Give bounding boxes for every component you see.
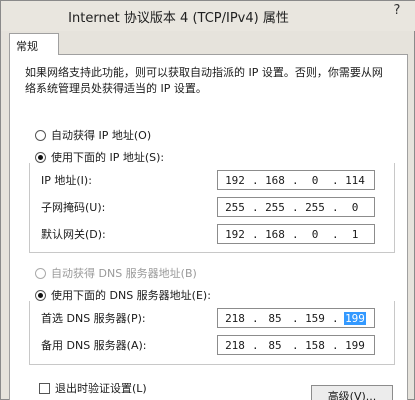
validate-on-exit-checkbox[interactable]: 退出时验证设置(L) [39,380,147,396]
advanced-button[interactable]: 高级(V)... [311,385,393,400]
octet: 1 [351,227,359,241]
preferred-dns-input[interactable]: 218. 85. 159. 199 [217,308,375,328]
radio-circle-selected[interactable] [35,289,46,301]
alternate-dns-label: 备用 DNS 服务器(A): [41,339,147,352]
default-gateway-input[interactable]: 192. 168. 0. 1 [217,224,375,244]
octet: 255 [265,200,285,214]
octet: 0 [311,227,319,241]
octet: 158 [305,338,325,352]
octet: 85 [268,338,282,352]
window-title: Internet 协议版本 4 (TCP/IPv4) 属性 [68,11,289,26]
radio-auto-dns: 自动获得 DNS 服务器地址(B) [35,265,197,281]
checkbox-box[interactable] [39,382,50,394]
validate-on-exit-label: 退出时验证设置(L) [55,382,147,395]
tcpip-properties-dialog: Internet 协议版本 4 (TCP/IPv4) 属性 ? 常规 如果网络支… [0,0,415,400]
alternate-dns-input[interactable]: 218. 85. 158. 199 [217,335,375,355]
octet: 168 [265,227,285,241]
title-bar: Internet 协议版本 4 (TCP/IPv4) 属性 ? [1,1,415,31]
ip-address-label: IP 地址(I): [41,174,92,187]
octet: 218 [225,311,245,325]
octet: 85 [268,311,282,325]
octet: 0 [351,200,359,214]
octet: 255 [305,200,325,214]
octet: 168 [265,173,285,187]
radio-circle[interactable] [35,129,46,141]
radio-auto-dns-label: 自动获得 DNS 服务器地址(B) [51,267,197,280]
octet: 114 [345,173,365,187]
octet: 218 [225,338,245,352]
description-text: 如果网络支持此功能，则可以获取自动指派的 IP 设置。否则，你需要从网 络系统管… [25,65,385,97]
octet: 199 [345,338,365,352]
octet: 192 [225,227,245,241]
octet: 192 [225,173,245,187]
tab-general[interactable]: 常规 [9,33,59,55]
subnet-mask-label: 子网掩码(U): [41,201,106,214]
description-line-1: 如果网络支持此功能，则可以获取自动指派的 IP 设置。否则，你需要从网 [25,66,383,79]
octet: 255 [225,200,245,214]
subnet-mask-input[interactable]: 255. 255. 255. 0 [217,197,375,217]
help-button[interactable]: ? [386,3,408,23]
radio-circle-selected[interactable] [35,151,46,163]
octet: 0 [311,173,319,187]
default-gateway-label: 默认网关(D): [41,228,106,241]
radio-circle-disabled [35,267,46,279]
octet: 159 [305,311,325,325]
preferred-dns-label: 首选 DNS 服务器(P): [41,312,146,325]
ip-address-input[interactable]: 192. 168. 0. 114 [217,170,375,190]
description-line-2: 络系统管理员处获得适当的 IP 设置。 [25,82,207,95]
radio-auto-ip-label: 自动获得 IP 地址(O) [51,129,152,142]
radio-auto-ip[interactable]: 自动获得 IP 地址(O) [35,127,151,143]
selected-octet[interactable]: 199 [344,311,366,325]
